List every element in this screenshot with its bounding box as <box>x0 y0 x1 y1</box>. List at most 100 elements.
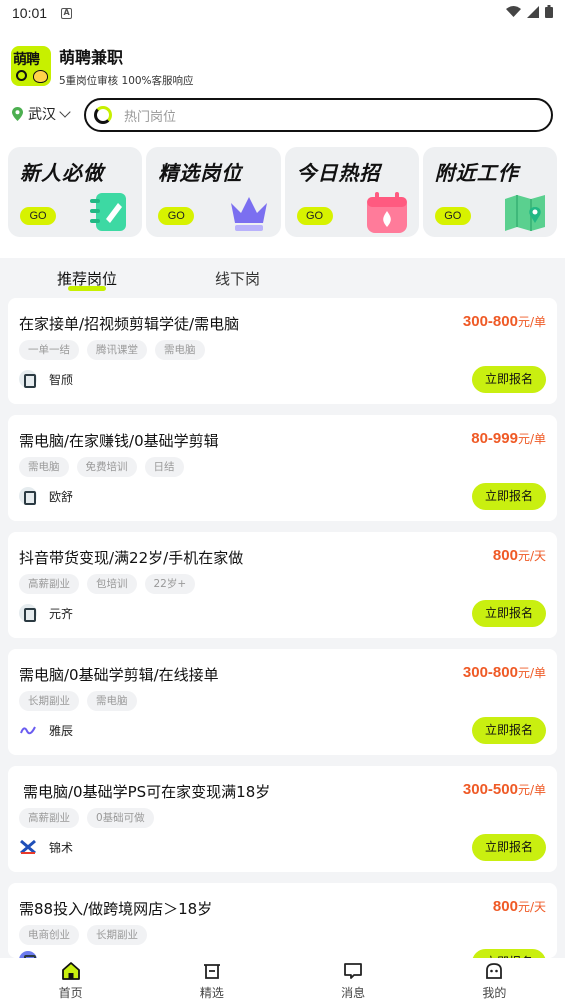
job-pay: 300-500元/单 <box>463 781 546 798</box>
feature-card-newcomer[interactable]: 新人必做 GO <box>8 147 143 237</box>
job-pay-value: 300-800 <box>462 664 518 681</box>
feature-title: 精选岗位 <box>158 161 243 185</box>
apply-button[interactable]: 立即报名 <box>472 834 546 861</box>
app-header: 萌聘 萌聘兼职 5重岗位审核 100%客服响应 <box>11 44 194 88</box>
job-title: 需电脑/0基础学剪辑/在线接单 <box>19 666 219 684</box>
home-icon <box>61 962 80 980</box>
job-pay-value: 80-999 <box>471 430 518 447</box>
job-tag: 腾讯课堂 <box>87 340 147 360</box>
apply-button[interactable]: 立即报名 <box>472 717 546 744</box>
feature-card-hot[interactable]: 今日热招 GO <box>284 147 419 237</box>
nav-home[interactable]: 首页 <box>0 958 141 1004</box>
company-logo-icon <box>19 370 37 388</box>
job-pay: 300-800元/单 <box>463 664 546 681</box>
featured-icon <box>203 964 220 979</box>
job-pay-unit: 元/单 <box>517 432 546 446</box>
go-button[interactable]: GO <box>20 207 56 225</box>
battery-icon <box>545 5 553 18</box>
feature-card-selected[interactable]: 精选岗位 GO <box>146 147 281 237</box>
job-tag: 日结 <box>144 457 184 477</box>
nav-label: 我的 <box>482 986 507 1000</box>
feature-cards: 新人必做 GO 精选岗位 GO 今日热招 GO 附近工作 GO <box>8 147 557 237</box>
job-pay-value: 300-800 <box>462 313 518 330</box>
apply-button[interactable]: 立即报名 <box>472 600 546 627</box>
company-name: 锦术 <box>49 840 74 855</box>
job-tag: 包培训 <box>87 574 137 594</box>
nav-label: 精选 <box>199 986 224 1000</box>
job-card[interactable]: 抖音带货变现/满22岁/手机在家做 800元/天 高薪副业 包培训 22岁+ 元… <box>8 532 557 638</box>
job-pay: 800元/天 <box>493 898 546 915</box>
company-logo-icon <box>19 951 37 958</box>
feature-card-nearby[interactable]: 附近工作 GO <box>422 147 557 237</box>
nav-label: 首页 <box>58 986 83 1000</box>
crown-icon <box>230 197 267 231</box>
app-name: 萌聘兼职 <box>59 48 124 67</box>
job-company: 欧舒 <box>19 487 73 505</box>
job-tag: 高薪副业 <box>19 574 79 594</box>
job-title: 需电脑/在家赚钱/0基础学剪辑 <box>19 432 219 450</box>
job-card[interactable]: 在家接单/招视频剪辑学徒/需电脑 300-800元/单 一单一结 腾讯课堂 需电… <box>8 298 557 404</box>
location-pin-icon <box>12 107 23 121</box>
company-name: 雅辰 <box>49 723 74 738</box>
nav-label: 消息 <box>341 986 366 1000</box>
job-tag: 电商创业 <box>19 925 79 945</box>
job-pay-unit: 元/单 <box>517 666 546 680</box>
tab-offline[interactable]: 线下岗 <box>215 268 260 289</box>
app-subtitle: 5重岗位审核 100%客服响应 <box>59 75 194 87</box>
job-pay: 800元/天 <box>493 547 546 564</box>
feature-title: 附近工作 <box>434 161 519 185</box>
job-tag: 需电脑 <box>155 340 205 360</box>
job-tag: 长期副业 <box>19 691 79 711</box>
job-card[interactable]: 需电脑/在家赚钱/0基础学剪辑 80-999元/单 需电脑 免费培训 日结 欧舒… <box>8 415 557 521</box>
apply-button[interactable]: 立即报名 <box>472 366 546 393</box>
company-name: 智颀 <box>49 372 74 387</box>
job-tag: 高薪副业 <box>19 808 79 828</box>
tab-active-indicator <box>68 286 106 291</box>
job-tag: 一单一结 <box>19 340 79 360</box>
job-card[interactable]: 需电脑/0基础学剪辑/在线接单 300-800元/单 长期副业 需电脑 雅辰 立… <box>8 649 557 755</box>
company-logo-icon <box>19 604 37 622</box>
job-title: 抖音带货变现/满22岁/手机在家做 <box>19 549 244 567</box>
calendar-icon <box>366 192 407 233</box>
search-icon <box>94 106 112 124</box>
notepad-icon <box>90 193 127 231</box>
location-city: 武汉 <box>28 107 56 123</box>
job-title: 需88投入/做跨境网店＞18岁 <box>19 900 213 918</box>
job-company: 雅辰 <box>19 721 73 739</box>
company-name: 欧舒 <box>49 489 74 504</box>
job-tags: 高薪副业 包培训 22岁+ <box>19 574 196 594</box>
job-title: 需电脑/0基础学PS可在家变现满18岁 <box>23 783 271 801</box>
job-company: 智颀 <box>19 370 73 388</box>
job-tags: 高薪副业 0基础可做 <box>19 808 154 828</box>
bottom-nav: 首页 精选 消息 我的 <box>0 958 565 1004</box>
job-card[interactable]: 需88投入/做跨境网店＞18岁 800元/天 电商创业 长期副业 立即报名 <box>8 883 557 958</box>
job-pay-value: 300-500 <box>462 781 518 798</box>
job-pay-unit: 元/天 <box>517 900 546 914</box>
job-tag: 需电脑 <box>87 691 137 711</box>
feature-title: 新人必做 <box>20 161 104 185</box>
job-tags: 电商创业 长期副业 <box>19 925 147 945</box>
go-button[interactable]: GO <box>434 207 471 225</box>
status-bar: 10:01 A <box>0 0 565 26</box>
job-card[interactable]: 需电脑/0基础学PS可在家变现满18岁 300-500元/单 高薪副业 0基础可… <box>8 766 557 872</box>
company-logo-icon <box>19 487 37 505</box>
apply-button[interactable]: 立即报名 <box>472 949 546 958</box>
job-title: 在家接单/招视频剪辑学徒/需电脑 <box>19 315 240 333</box>
job-pay: 300-800元/单 <box>463 313 546 330</box>
location-selector[interactable]: 武汉 <box>12 104 71 124</box>
job-company <box>19 951 49 958</box>
job-company: 元齐 <box>19 604 73 622</box>
apply-button[interactable]: 立即报名 <box>472 483 546 510</box>
nav-featured[interactable]: 精选 <box>141 958 282 1004</box>
job-tag: 长期副业 <box>87 925 147 945</box>
app-logo: 萌聘 <box>11 46 51 86</box>
nav-messages[interactable]: 消息 <box>283 958 424 1004</box>
company-logo-icon <box>20 726 36 735</box>
search-placeholder: 热门岗位 <box>124 109 177 125</box>
search-input[interactable]: 热门岗位 <box>84 98 553 132</box>
go-button[interactable]: GO <box>158 207 195 225</box>
company-name: 元齐 <box>49 606 74 621</box>
nav-profile[interactable]: 我的 <box>424 958 565 1004</box>
go-button[interactable]: GO <box>296 207 333 225</box>
company-logo-icon <box>20 839 36 855</box>
